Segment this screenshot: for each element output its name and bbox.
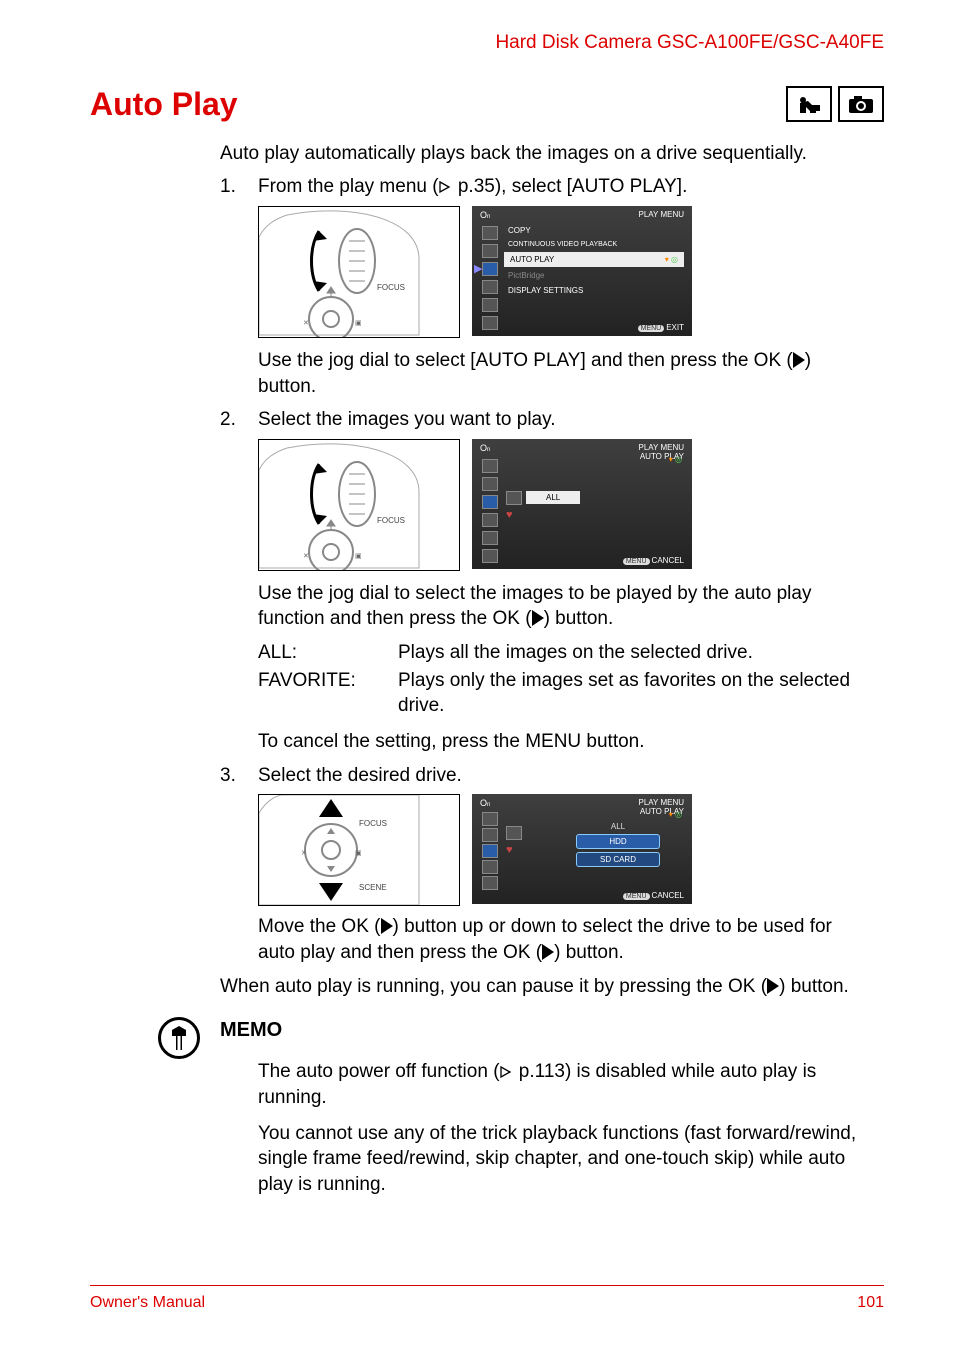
svg-text:✕: ✕ <box>301 850 307 857</box>
memo-paragraph-2: You cannot use any of the trick playback… <box>258 1121 878 1198</box>
step2-instruction: Use the jog dial to select the images to… <box>258 581 874 632</box>
memo-heading: MEMO <box>220 1017 884 1044</box>
submenu-area: ALL ♥ <box>506 491 580 521</box>
step1-text-a: From the play menu ( <box>258 176 439 197</box>
memo-paragraph-1: The auto power off function ( p.113) is … <box>258 1059 878 1110</box>
submenu-all-selected: ALL <box>526 491 580 504</box>
menu-item-display: DISPLAY SETTINGS <box>504 284 684 297</box>
step1-text: From the play menu ( p.35), select [AUTO… <box>258 174 884 200</box>
menu-item-copy: COPY <box>504 224 684 237</box>
drive-opt-sdcard: SD CARD <box>576 852 660 867</box>
menu-left-icon-strip-3 <box>482 812 498 890</box>
on-indicator-3: On <box>480 798 490 808</box>
footer-page-number: 101 <box>857 1294 884 1312</box>
focus-label-2: FOCUS <box>377 516 405 525</box>
footer-left: Owner's Manual <box>90 1294 205 1312</box>
figure-row-3: ✕ ▣ FOCUS SCENE On PLAY MENU AUTO PLAY ▾… <box>258 794 884 904</box>
drive-opt-all: ALL <box>611 822 625 831</box>
menu-item-cvp: CONTINUOUS VIDEO PLAYBACK <box>504 239 684 250</box>
step2-text: Select the images you want to play. <box>258 407 884 433</box>
menu-item-autoplay-selected: AUTO PLAY ▾ ◎ <box>504 252 684 267</box>
on-indicator: On <box>480 210 490 220</box>
menu-footer-cancel-2: MENUCANCEL <box>623 891 684 900</box>
step3-text: Select the desired drive. <box>258 763 884 789</box>
step1-text-b: p.35), select [AUTO PLAY]. <box>453 176 688 197</box>
focus-label: FOCUS <box>377 283 405 292</box>
scene-label: SCENE <box>359 883 387 892</box>
svg-text:▣: ▣ <box>355 850 362 857</box>
mode-icons-group <box>786 86 884 122</box>
video-mode-icon <box>786 86 832 122</box>
menu-left-icon-strip <box>482 226 498 330</box>
pause-note: When auto play is running, you can pause… <box>220 974 874 1000</box>
figure-row-2: ✕ ▣ FOCUS On PLAY MENU AUTO PLAY ▾ ◎ <box>258 439 884 571</box>
svg-text:✕: ✕ <box>303 320 309 327</box>
jog-dial-illustration-rotate: ✕ ▣ FOCUS <box>258 206 460 338</box>
reference-arrow-icon <box>439 175 453 187</box>
drive-select-screenshot: On PLAY MENU AUTO PLAY ▾ ◎ ♥ ALL HDD SD … <box>472 794 692 904</box>
section-title: Auto Play <box>90 86 238 123</box>
step3-number: 3. <box>220 763 258 789</box>
photo-mode-icon <box>838 86 884 122</box>
play-triangle-icon-5 <box>767 978 779 994</box>
menu-footer-exit: MENUEXIT <box>638 323 684 332</box>
svg-text:✕: ✕ <box>303 553 309 560</box>
step1-instruction: Use the jog dial to select [AUTO PLAY] a… <box>258 348 874 399</box>
def-fav-desc: Plays only the images set as favorites o… <box>398 668 884 719</box>
focus-label-3: FOCUS <box>359 819 387 828</box>
step3-instruction: Move the OK () button up or down to sele… <box>258 914 874 965</box>
menu-item-pictbridge: PictBridge <box>504 269 684 282</box>
memo-icon <box>158 1017 200 1059</box>
jog-dial-illustration-rotate-2: ✕ ▣ FOCUS <box>258 439 460 571</box>
menu-cursor-icon: ▶ <box>474 262 482 275</box>
page-footer: Owner's Manual 101 <box>90 1285 884 1312</box>
drive-opt-hdd-selected: HDD <box>576 834 660 849</box>
figure-row-1: ✕ ▣ FOCUS On PLAY MENU ▶ <box>258 206 884 338</box>
all-icon <box>506 491 522 505</box>
all-icon-2 <box>506 826 522 840</box>
header-model-line: Hard Disk Camera GSC-A100FE/GSC-A40FE <box>90 30 884 56</box>
intro-text: Auto play automatically plays back the i… <box>220 141 884 167</box>
mode-dots: ▾ ◎ <box>669 455 682 464</box>
menu-title: PLAY MENU <box>639 210 685 219</box>
def-all-desc: Plays all the images on the selected dri… <box>398 640 884 666</box>
favorite-heart-icon: ♥ <box>506 509 513 521</box>
menu-footer-cancel: MENUCANCEL <box>623 556 684 565</box>
svg-text:▣: ▣ <box>355 320 362 327</box>
play-triangle-icon-3 <box>381 918 393 934</box>
submenu-icons-col: ♥ <box>506 826 526 856</box>
step2-cancel-note: To cancel the setting, press the MENU bu… <box>258 729 874 755</box>
jog-dial-illustration-updown: ✕ ▣ FOCUS SCENE <box>258 794 460 906</box>
def-all-term: ALL: <box>258 640 398 666</box>
play-menu-screenshot: On PLAY MENU ▶ COPY CONTINUOUS VIDEO PLA… <box>472 206 692 336</box>
def-fav-term: FAVORITE: <box>258 668 398 719</box>
svg-text:▣: ▣ <box>355 553 362 560</box>
reference-arrow-icon-2 <box>500 1060 514 1072</box>
mode-dots-2: ▾ ◎ <box>669 810 682 819</box>
step1-number: 1. <box>220 174 258 200</box>
on-indicator-2: On <box>480 443 490 453</box>
autoplay-select-screenshot: On PLAY MENU AUTO PLAY ▾ ◎ ALL ♥ MENUCAN… <box>472 439 692 569</box>
play-triangle-icon-2 <box>532 610 544 626</box>
step2-number: 2. <box>220 407 258 433</box>
drive-options: ALL HDD SD CARD <box>554 822 682 867</box>
play-triangle-icon <box>793 352 805 368</box>
menu-items-list: COPY CONTINUOUS VIDEO PLAYBACK AUTO PLAY… <box>504 224 684 297</box>
play-triangle-icon-4 <box>542 944 554 960</box>
menu-left-icon-strip-2 <box>482 459 498 563</box>
favorite-heart-icon-2: ♥ <box>506 844 513 856</box>
